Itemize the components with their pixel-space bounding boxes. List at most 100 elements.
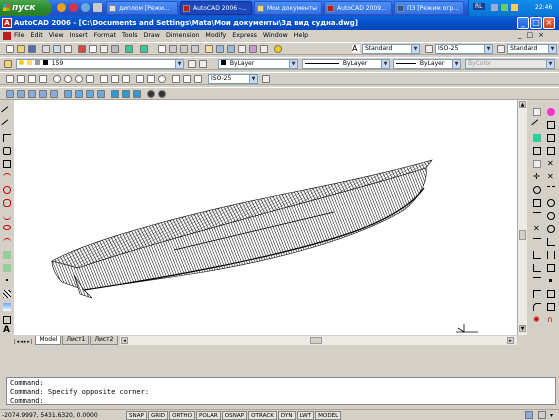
make-object-layer-current-icon[interactable] bbox=[188, 60, 196, 68]
zoom-previous-icon[interactable] bbox=[191, 45, 199, 53]
layer-previous-icon[interactable] bbox=[199, 60, 207, 68]
dyn-toggle[interactable]: DYN bbox=[277, 410, 296, 420]
scroll-left-arrow[interactable]: ◂ bbox=[121, 337, 128, 344]
menu-view[interactable]: View bbox=[49, 32, 64, 39]
menu-draw[interactable]: Draw bbox=[143, 32, 159, 39]
taskbar-button-autocad2006[interactable]: AutoCAD 2006 -... bbox=[180, 1, 252, 15]
plotstyle-select[interactable]: ByColor ▼ bbox=[465, 59, 555, 69]
tab-navigation-arrows[interactable]: |◂◂▸▸| bbox=[14, 339, 33, 345]
model-space-canvas[interactable] bbox=[14, 100, 517, 335]
grid-toggle[interactable]: GRID bbox=[147, 410, 169, 420]
maximize-button[interactable]: □ bbox=[530, 17, 542, 29]
diameter-dimension-icon[interactable] bbox=[75, 75, 83, 83]
tab-model[interactable]: Model bbox=[35, 336, 62, 345]
tab-layout2[interactable]: Лист2 bbox=[90, 336, 118, 345]
flat-shaded-icon[interactable] bbox=[39, 90, 47, 98]
scroll-right-arrow[interactable]: ▸ bbox=[507, 337, 514, 344]
move-icon[interactable]: ✛ bbox=[533, 173, 541, 181]
redo-icon[interactable] bbox=[140, 45, 148, 53]
autocad-app-icon[interactable]: A bbox=[2, 18, 12, 28]
desktop-quicklaunch-icon[interactable] bbox=[81, 3, 90, 12]
snap-insert-icon[interactable] bbox=[547, 264, 555, 272]
explode-icon[interactable]: ✺ bbox=[533, 316, 541, 324]
opera-quicklaunch-icon[interactable] bbox=[69, 3, 78, 12]
tray-icon[interactable] bbox=[511, 4, 518, 11]
stretch-icon[interactable] bbox=[533, 212, 541, 220]
snap-parallel-icon[interactable] bbox=[547, 251, 555, 259]
center-mark-icon[interactable] bbox=[158, 75, 166, 83]
fillet-icon[interactable] bbox=[533, 303, 541, 311]
cut-icon[interactable] bbox=[78, 45, 86, 53]
osnap-toggle[interactable]: OSNAP bbox=[221, 410, 248, 420]
jogged-dimension-icon[interactable] bbox=[64, 75, 72, 83]
polygon-icon[interactable] bbox=[3, 147, 11, 155]
spline-icon[interactable] bbox=[3, 212, 11, 220]
menu-dimension[interactable]: Dimension bbox=[166, 32, 199, 39]
snap-extension-icon[interactable] bbox=[547, 186, 555, 194]
vertical-scroll-thumb[interactable] bbox=[519, 230, 526, 240]
dimension-style-select[interactable]: ISO-25 ▼ bbox=[208, 74, 258, 84]
make-block-icon[interactable] bbox=[3, 264, 11, 272]
arc-length-icon[interactable] bbox=[28, 75, 36, 83]
new-file-icon[interactable] bbox=[6, 45, 14, 53]
top-view-icon[interactable] bbox=[64, 90, 72, 98]
menu-file[interactable]: File bbox=[14, 32, 25, 39]
join-icon[interactable] bbox=[533, 277, 541, 285]
scroll-down-arrow[interactable]: ▼ bbox=[519, 325, 526, 332]
temp-track-point-icon[interactable] bbox=[547, 108, 555, 116]
paste-icon[interactable] bbox=[100, 45, 108, 53]
arc-icon[interactable] bbox=[3, 173, 11, 181]
tray-icon[interactable] bbox=[501, 4, 508, 11]
dimension-edit-icon[interactable] bbox=[172, 75, 180, 83]
trim-icon[interactable]: ✕ bbox=[533, 225, 541, 233]
command-window[interactable]: Command: Command: Specify opposite corne… bbox=[6, 377, 556, 405]
snap-from-icon[interactable] bbox=[547, 121, 555, 129]
layer-select[interactable]: 159 ▼ bbox=[16, 59, 184, 69]
quickcalc-icon[interactable] bbox=[260, 45, 268, 53]
text-style-select[interactable]: Standard ▼ bbox=[362, 44, 420, 54]
taskbar-button-autocad2009[interactable]: AutoCAD 2009... bbox=[324, 1, 392, 15]
copy-icon[interactable] bbox=[89, 45, 97, 53]
right-view-icon[interactable] bbox=[97, 90, 105, 98]
quicklaunch-icon[interactable] bbox=[93, 3, 102, 12]
command-prompt[interactable]: Command: bbox=[10, 397, 552, 406]
ne-isometric-icon[interactable] bbox=[133, 90, 141, 98]
sw-isometric-icon[interactable] bbox=[111, 90, 119, 98]
snap-none-icon[interactable] bbox=[547, 303, 555, 311]
se-isometric-icon[interactable] bbox=[122, 90, 130, 98]
copy-object-icon[interactable] bbox=[531, 119, 543, 131]
gradient-icon[interactable] bbox=[3, 303, 11, 311]
menu-tools[interactable]: Tools bbox=[122, 32, 138, 39]
break-icon[interactable] bbox=[533, 264, 541, 272]
zoom-realtime-icon[interactable] bbox=[169, 45, 177, 53]
help-icon[interactable] bbox=[274, 45, 282, 53]
document-icon[interactable] bbox=[3, 32, 11, 40]
horizontal-scrollbar[interactable]: ◂ ▸ bbox=[120, 336, 517, 345]
multiline-text-icon[interactable]: A bbox=[3, 326, 12, 336]
menu-format[interactable]: Format bbox=[94, 32, 116, 39]
3d-orbit-icon[interactable] bbox=[147, 90, 155, 98]
menu-modify[interactable]: Modify bbox=[205, 32, 226, 39]
aligned-dimension-icon[interactable] bbox=[17, 75, 25, 83]
close-button[interactable]: × bbox=[543, 17, 555, 29]
menu-window[interactable]: Window bbox=[263, 32, 288, 39]
menu-express[interactable]: Express bbox=[232, 32, 257, 39]
insert-block-icon[interactable] bbox=[3, 251, 11, 259]
quick-leader-icon[interactable] bbox=[136, 75, 144, 83]
dimension-style-icon[interactable] bbox=[262, 75, 270, 83]
tool-palettes-icon[interactable] bbox=[227, 45, 235, 53]
taskbar-button-pz[interactable]: ПЗ [Режим огр... bbox=[394, 1, 464, 15]
region-icon[interactable] bbox=[3, 316, 11, 324]
open-file-icon[interactable] bbox=[17, 45, 25, 53]
language-indicator[interactable]: RL bbox=[473, 3, 485, 10]
undo-icon[interactable] bbox=[125, 45, 133, 53]
document-window-controls[interactable]: _□× bbox=[518, 31, 556, 39]
pan-icon[interactable] bbox=[158, 45, 166, 53]
mirror-icon[interactable] bbox=[533, 134, 541, 142]
firefox-quicklaunch-icon[interactable] bbox=[57, 3, 66, 12]
snap-tangent-icon[interactable] bbox=[547, 225, 555, 233]
otrack-toggle[interactable]: OTRACK bbox=[248, 410, 277, 420]
erase-icon[interactable] bbox=[533, 108, 541, 116]
properties-icon[interactable] bbox=[205, 45, 213, 53]
snap-endpoint-icon[interactable] bbox=[547, 134, 555, 142]
